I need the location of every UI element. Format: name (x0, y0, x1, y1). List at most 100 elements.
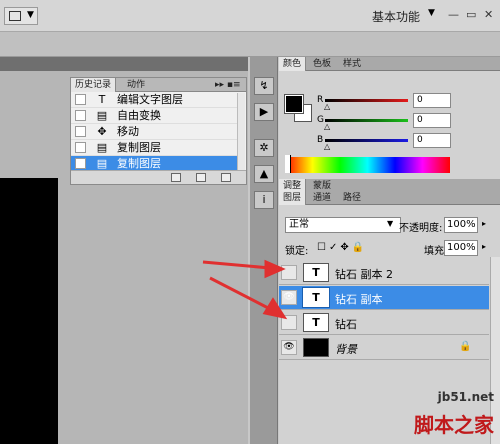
layer-row-selected[interactable]: 👁 T 钻石 副本 (279, 286, 489, 310)
close-icon[interactable]: ✕ (484, 8, 493, 21)
tab-history[interactable]: 历史记录 (71, 78, 117, 92)
screen-mode-button[interactable]: ▼ (4, 7, 38, 25)
restore-icon[interactable]: ▭ (466, 8, 476, 21)
layer-icon: ▤ (96, 157, 108, 170)
lock-label: 锁定: (285, 246, 309, 257)
layer-name[interactable]: 钻石 副本 (335, 291, 383, 307)
blue-slider-handle[interactable]: △ (324, 142, 330, 151)
snapshot-checkbox[interactable] (75, 126, 86, 137)
layer-name[interactable]: 钻石 副本 2 (335, 266, 393, 282)
foreground-color-swatch[interactable] (284, 94, 304, 114)
color-spectrum[interactable] (285, 157, 450, 173)
history-footer (71, 170, 246, 184)
document-canvas[interactable] (0, 178, 58, 444)
snapshot-checkbox[interactable] (75, 158, 86, 169)
tab-actions[interactable]: 动作 (123, 78, 149, 92)
green-slider-row: G △ 0 (317, 113, 497, 131)
actions-panel-icon[interactable]: ▶ (254, 103, 274, 121)
tab-color[interactable]: 颜色 (279, 57, 307, 71)
red-slider-row: R △ 0 (317, 93, 497, 111)
tab-channels[interactable]: 通道 (309, 191, 335, 205)
history-item[interactable]: ▤ 自由变换 (71, 108, 237, 124)
red-label: R (317, 95, 324, 105)
screen-mode-icon (9, 11, 21, 21)
red-slider-handle[interactable]: △ (324, 102, 330, 111)
layer-icon: ▤ (96, 141, 108, 154)
chevron-right-icon[interactable]: ▸ (482, 219, 486, 228)
layer-row[interactable]: T 钻石 (279, 311, 489, 335)
blue-label: B (317, 135, 324, 145)
tab-styles[interactable]: 样式 (339, 57, 365, 71)
history-item-label: 复制图层 (117, 141, 161, 154)
blend-mode-select[interactable]: 正常 (285, 217, 401, 233)
tab-paths[interactable]: 路径 (339, 191, 365, 205)
visibility-toggle[interactable] (281, 315, 297, 330)
visibility-toggle[interactable] (281, 265, 297, 280)
color-panel: R △ 0 G △ 0 B △ 0 (279, 71, 500, 179)
text-tool-icon: T (98, 93, 106, 106)
chevron-down-icon[interactable]: ▼ (428, 8, 435, 18)
eye-icon[interactable]: 👁 (281, 340, 297, 355)
text-layer-thumbnail: T (303, 263, 329, 282)
workspace-switcher[interactable]: 基本功能 (372, 8, 420, 25)
snapshot-checkbox[interactable] (75, 142, 86, 153)
blue-value-field[interactable]: 0 (413, 133, 451, 148)
opacity-field[interactable]: 100% (444, 217, 478, 233)
green-slider-handle[interactable]: △ (324, 122, 330, 131)
tab-layers[interactable]: 图层 (279, 191, 307, 205)
snapshot-checkbox[interactable] (75, 94, 86, 105)
lock-icon: 🔒 (459, 341, 472, 352)
history-item[interactable]: ✥ 移动 (71, 124, 237, 140)
brush-panel-icon[interactable]: ✲ (254, 139, 274, 157)
tab-swatches[interactable]: 色板 (309, 57, 335, 71)
blue-slider[interactable] (325, 139, 408, 142)
eye-icon[interactable]: 👁 (281, 290, 297, 305)
background-layer-thumbnail (303, 338, 329, 357)
history-panel-tabs: 历史记录 动作 ▸▸ ▪≡ (71, 78, 246, 92)
watermark: jb51.net 脚本之家 (370, 385, 500, 444)
chevron-right-icon[interactable]: ▸ (482, 242, 486, 251)
layer-row[interactable]: 👁 背景 🔒 (279, 336, 489, 360)
history-panel: 历史记录 动作 ▸▸ ▪≡ T 编辑文字图层 ▤ 自由变换 ✥ 移动 ▤ 复制图… (70, 77, 247, 185)
history-item[interactable]: ▤ 复制图层 (71, 140, 237, 156)
history-item-label: 自由变换 (117, 109, 161, 122)
text-layer-thumbnail: T (302, 287, 330, 308)
red-value-field[interactable]: 0 (413, 93, 451, 108)
layer-icon: ▤ (96, 109, 108, 122)
snapshot-icon[interactable] (196, 173, 206, 182)
trash-icon[interactable] (221, 173, 231, 182)
fill-field[interactable]: 100% (444, 240, 478, 256)
layers-panel-tabs: 图层 通道 路径 (279, 191, 500, 205)
info-panel-icon[interactable]: i (254, 191, 274, 209)
green-value-field[interactable]: 0 (413, 113, 451, 128)
lock-options-icons[interactable]: ☐✓✥🔒 (317, 242, 367, 253)
chevron-down-icon[interactable]: ▼ (387, 219, 393, 228)
layer-row[interactable]: T 钻石 副本 2 (279, 261, 489, 285)
blue-slider-row: B △ 0 (317, 133, 497, 151)
watermark-url: jb51.net (437, 390, 494, 404)
history-panel-icon[interactable]: ↯ (254, 77, 274, 95)
history-scrollbar[interactable] (237, 93, 245, 171)
history-item-label: 复制图层 (117, 157, 161, 170)
black-white-ramp[interactable] (285, 155, 291, 173)
watermark-logo-text: 脚本之家 (414, 413, 494, 437)
snapshot-checkbox[interactable] (75, 110, 86, 121)
layer-name[interactable]: 背景 (335, 341, 357, 357)
panel-menu-icon[interactable]: ▸▸ ▪≡ (211, 78, 245, 92)
opacity-label: 不透明度: (399, 223, 443, 234)
navigator-panel-icon[interactable]: ▲ (254, 165, 274, 183)
layer-name[interactable]: 钻石 (335, 316, 357, 332)
minimize-icon[interactable]: — (448, 8, 459, 21)
new-document-from-state-icon[interactable] (171, 173, 181, 182)
red-slider[interactable] (325, 99, 408, 102)
color-panel-tabs: 颜色 色板 样式 (279, 57, 500, 71)
options-bar (0, 32, 500, 57)
move-tool-icon: ✥ (97, 125, 107, 138)
history-item-label: 移动 (117, 125, 139, 138)
application-bar: ▼ 基本功能 ▼ — ▭ ✕ (0, 0, 500, 32)
history-item[interactable]: T 编辑文字图层 (71, 92, 237, 108)
green-label: G (317, 115, 324, 125)
history-item-label: 编辑文字图层 (117, 93, 183, 106)
text-layer-thumbnail: T (303, 313, 329, 332)
green-slider[interactable] (325, 119, 408, 122)
